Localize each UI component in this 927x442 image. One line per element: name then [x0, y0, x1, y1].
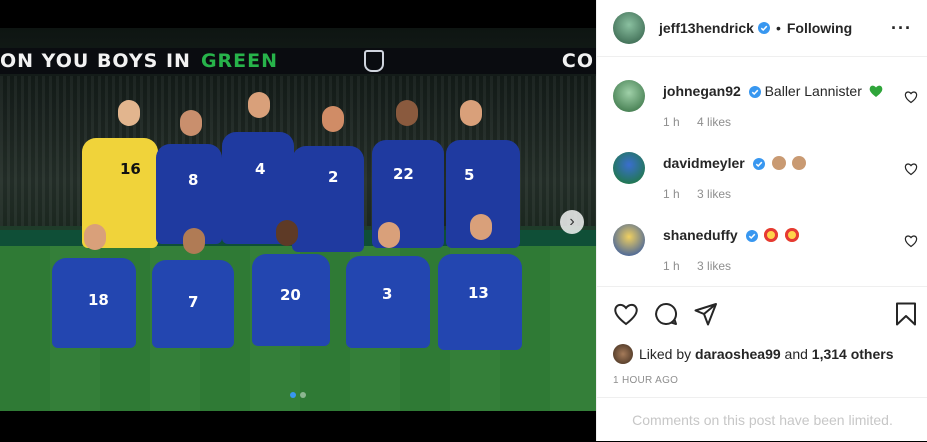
share-send-icon[interactable] [693, 301, 719, 327]
comments-limited-notice: Comments on this post have been limited. [597, 397, 927, 442]
post-author-username[interactable]: jeff13hendrick [659, 20, 754, 36]
player-head [84, 224, 106, 250]
verified-badge-icon [757, 22, 770, 34]
comment-time: 1 h [663, 187, 680, 201]
following-button[interactable]: Following [787, 20, 852, 36]
comment-likes[interactable]: 4 likes [697, 115, 731, 129]
player-head [118, 100, 140, 126]
green-heart-icon [869, 85, 883, 97]
player-head [460, 100, 482, 126]
post-media[interactable]: ON YOU BOYS IN GREEN CO 16 8 4 2 22 5 18… [0, 0, 596, 441]
player-head [248, 92, 270, 118]
comment-meta: 1 h 4 likes [663, 115, 745, 129]
instagram-post-view: ON YOU BOYS IN GREEN CO 16 8 4 2 22 5 18… [0, 0, 927, 441]
heart-icon[interactable] [904, 234, 918, 248]
separator-dot: • [775, 20, 781, 36]
jersey-number: 20 [280, 286, 301, 304]
avatar[interactable] [613, 12, 645, 44]
comment-item: shaneduffy 1 h 3 likes [597, 216, 927, 288]
clapping-hands-icon [792, 156, 807, 170]
carousel-indicator [0, 392, 596, 398]
comment-text: shaneduffy [663, 227, 800, 243]
comment-bubble-icon[interactable] [653, 301, 679, 327]
chevron-right-icon: › [569, 213, 575, 230]
jersey-number: 13 [468, 284, 489, 302]
carousel-dot [300, 392, 306, 398]
comment-item: davidmeyler 1 h 3 likes [597, 144, 927, 216]
jersey-number: 4 [255, 160, 266, 178]
verified-badge-icon [752, 158, 765, 171]
banner-text-green: GREEN [200, 50, 279, 72]
comments-list: johnegan92 Baller Lannister 1 h 4 likes … [597, 72, 927, 288]
comment-username[interactable]: davidmeyler [663, 155, 745, 171]
clapping-hands-icon [771, 156, 786, 170]
jersey-number: 5 [464, 166, 475, 184]
player-head [276, 220, 298, 246]
jersey-number: 2 [328, 168, 339, 186]
team-photo: ON YOU BOYS IN GREEN CO 16 8 4 2 22 5 18… [0, 28, 596, 411]
avatar[interactable] [613, 344, 633, 364]
comment-item: johnegan92 Baller Lannister 1 h 4 likes [597, 72, 927, 144]
player-head [470, 214, 492, 240]
jersey-number: 16 [120, 160, 141, 178]
player-head [183, 228, 205, 254]
comment-text: johnegan92 Baller Lannister [663, 83, 883, 99]
comment-meta: 1 h 3 likes [663, 259, 745, 273]
jersey-number: 18 [88, 291, 109, 309]
liked-by-and: and [784, 346, 808, 362]
jersey-number: 7 [188, 293, 199, 311]
player-head [322, 106, 344, 132]
banner-text: ON YOU BOYS IN [0, 50, 191, 72]
heart-icon[interactable] [904, 162, 918, 176]
post-header: jeff13hendrick • Following ··· [597, 0, 927, 57]
player [438, 254, 522, 350]
player-head [378, 222, 400, 248]
post-actions-bar [597, 286, 927, 341]
avatar[interactable] [613, 152, 645, 184]
verified-badge-icon [748, 86, 761, 99]
banner-text-right: CO [561, 50, 594, 72]
liked-by-line: Liked by daraoshea99 and 1,314 others [613, 344, 894, 364]
more-options-icon[interactable]: ··· [891, 18, 912, 39]
comment-body: Baller Lannister [764, 83, 862, 99]
like-heart-icon[interactable] [613, 301, 639, 327]
comment-time: 1 h [663, 259, 680, 273]
likes-count-link[interactable]: 1,314 others [812, 346, 894, 362]
comment-likes[interactable]: 3 likes [697, 259, 731, 273]
post-timestamp[interactable]: 1 HOUR AGO [613, 375, 678, 386]
liked-by-username[interactable]: daraoshea99 [695, 346, 781, 362]
jersey-number: 3 [382, 285, 393, 303]
comment-likes[interactable]: 3 likes [697, 187, 731, 201]
player-head [180, 110, 202, 136]
comment-username[interactable]: johnegan92 [663, 83, 741, 99]
avatar[interactable] [613, 80, 645, 112]
stadium-banner: ON YOU BOYS IN GREEN CO [0, 48, 596, 74]
player [292, 146, 364, 252]
player-head [396, 100, 418, 126]
comment-time: 1 h [663, 115, 680, 129]
star-struck-icon [785, 228, 800, 242]
comment-username[interactable]: shaneduffy [663, 227, 738, 243]
post-side-panel: jeff13hendrick • Following ··· johnegan9… [596, 0, 927, 441]
carousel-dot [290, 392, 296, 398]
star-struck-icon [764, 228, 779, 242]
liked-by-prefix: Liked by [639, 346, 692, 362]
comment-meta: 1 h 3 likes [663, 187, 745, 201]
carousel-next-button[interactable]: › [560, 210, 584, 234]
comment-text: davidmeyler [663, 155, 807, 171]
jersey-number: 8 [188, 171, 199, 189]
avatar[interactable] [613, 224, 645, 256]
bookmark-icon[interactable] [893, 301, 919, 327]
jersey-number: 22 [393, 165, 414, 183]
crest-icon [364, 50, 385, 72]
heart-icon[interactable] [904, 90, 918, 104]
verified-badge-icon [745, 230, 758, 243]
